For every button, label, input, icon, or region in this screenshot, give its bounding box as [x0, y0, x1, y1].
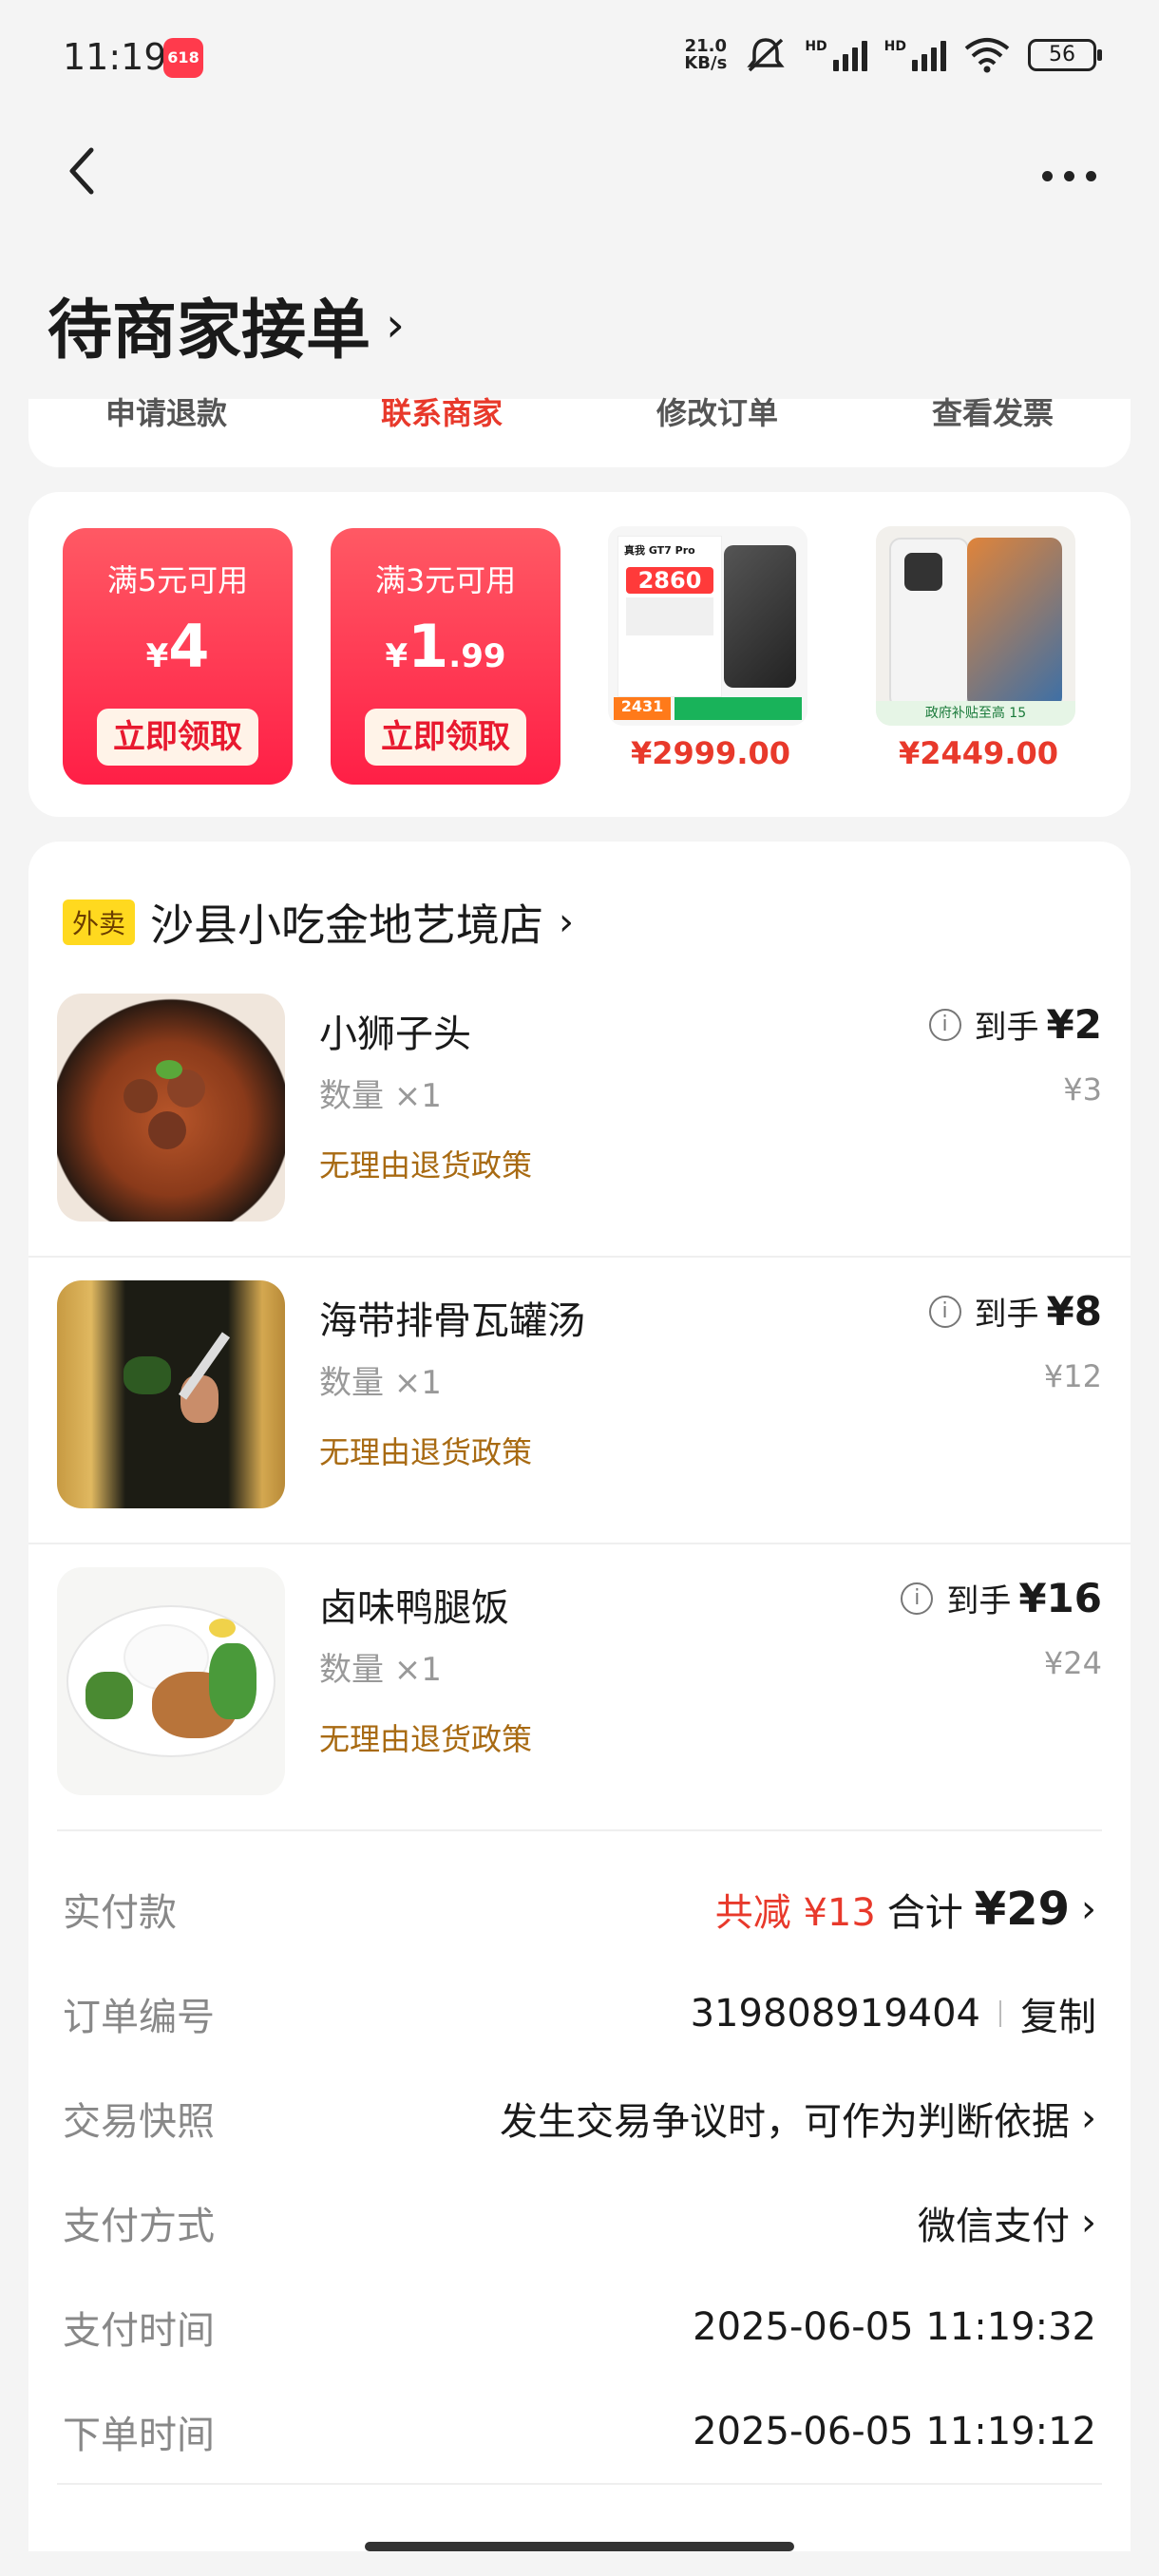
shop-name: 沙县小吃金地艺境店 [150, 900, 544, 951]
signal-icon-2: HD [884, 39, 946, 71]
product-card[interactable]: 政府补贴至高 15 ¥2449.00 [876, 526, 1081, 771]
food-image [57, 994, 285, 1222]
chevron-right-icon: › [1081, 2201, 1096, 2245]
contact-merchant-button[interactable]: 联系商家 [304, 398, 580, 467]
more-options-icon[interactable] [1042, 171, 1096, 181]
total-label: 合计 [886, 1891, 963, 1935]
refund-button[interactable]: 申请退款 [28, 398, 304, 467]
return-policy: 无理由退货政策 [319, 1721, 533, 1757]
pay-method: 微信支付 [918, 2205, 1070, 2248]
info-icon[interactable]: i [928, 1008, 961, 1041]
paid-amount-row[interactable]: 实付款 共减 ¥13 合计 ¥29 › [63, 1881, 1096, 1938]
promo-card: 满5元可用 ¥4 立即领取 满3元可用 ¥1.99 立即领取 真我 GT7 Pr… [28, 492, 1130, 817]
original-price: ¥3 [1063, 1071, 1102, 1108]
mute-bell-icon [747, 38, 785, 72]
divider [28, 1543, 1130, 1544]
separator [999, 2000, 1001, 2027]
wifi-icon [964, 38, 1010, 73]
paid-label: 实付款 [63, 1891, 177, 1935]
app-badge-icon: 618 [163, 38, 203, 78]
order-actions: 申请退款 联系商家 修改订单 查看发票 [28, 398, 1130, 467]
chevron-right-icon: › [559, 900, 575, 944]
pay-time: 2025-06-05 11:19:32 [693, 2305, 1096, 2349]
chevron-right-icon: › [1081, 1887, 1096, 1931]
item-name: 海带排骨瓦罐汤 [319, 1299, 585, 1343]
discount-amount: 共减 ¥13 [714, 1891, 876, 1935]
info-icon[interactable]: i [901, 1582, 934, 1615]
status-time: 11:19 [63, 36, 167, 78]
original-price: ¥12 [1043, 1358, 1102, 1394]
back-arrow-icon[interactable] [63, 142, 101, 199]
product-price: ¥2999.00 [630, 735, 790, 771]
pay-method-label: 支付方式 [63, 2205, 215, 2248]
original-price: ¥24 [1043, 1645, 1102, 1681]
item-quantity: 数量 ×1 [319, 1364, 442, 1402]
claim-coupon-button[interactable]: 立即领取 [97, 709, 258, 766]
coupon-card[interactable]: 满5元可用 ¥4 立即领取 [63, 528, 293, 785]
claim-coupon-button[interactable]: 立即领取 [365, 709, 526, 766]
divider [28, 1256, 1130, 1258]
shop-header[interactable]: 外卖 沙县小吃金地艺境店 › [63, 891, 574, 954]
pay-time-row: 支付时间 2025-06-05 11:19:32 [63, 2299, 1096, 2356]
snapshot-label: 交易快照 [63, 2100, 215, 2144]
chevron-right-icon: › [386, 296, 406, 352]
modify-order-button[interactable]: 修改订单 [580, 398, 855, 467]
final-price: i 到手 ¥8 [928, 1288, 1102, 1335]
order-card: 外卖 沙县小吃金地艺境店 › 小狮子头 数量 ×1 无理由退货政策 i 到手 ¥2… [28, 842, 1130, 2551]
page-title[interactable]: 待商家接单 › [48, 277, 405, 371]
chevron-right-icon: › [1081, 2096, 1096, 2140]
order-number-label: 订单编号 [63, 1996, 215, 2039]
signal-icon-1: HD [805, 39, 867, 71]
snapshot-row[interactable]: 交易快照 发生交易争议时，可作为判断依据 › [63, 2090, 1096, 2147]
snapshot-value: 发生交易争议时，可作为判断依据 [500, 2100, 1070, 2144]
item-name: 小狮子头 [319, 1013, 471, 1056]
final-price: i 到手 ¥16 [901, 1575, 1102, 1621]
pay-time-label: 支付时间 [63, 2309, 215, 2353]
home-indicator[interactable] [365, 2542, 794, 2551]
return-policy: 无理由退货政策 [319, 1434, 533, 1470]
return-policy: 无理由退货政策 [319, 1147, 533, 1184]
product-image: 真我 GT7 Pro 2860 2431 [608, 526, 808, 726]
divider [57, 1829, 1102, 1831]
food-image [57, 1280, 285, 1508]
pay-method-row[interactable]: 支付方式 微信支付 › [63, 2194, 1096, 2251]
coupon-condition: 满3元可用 [374, 562, 517, 598]
coupon-condition: 满5元可用 [106, 562, 249, 598]
coupon-card[interactable]: 满3元可用 ¥1.99 立即领取 [331, 528, 560, 785]
order-time-row: 下单时间 2025-06-05 11:19:12 [63, 2403, 1096, 2460]
order-item[interactable]: 海带排骨瓦罐汤 数量 ×1 无理由退货政策 i 到手 ¥8 ¥12 [28, 1280, 1130, 1565]
divider [57, 2483, 1102, 2485]
coupon-amount: ¥4 [145, 612, 210, 681]
order-number: 319808919404 [690, 1992, 980, 2036]
order-item[interactable]: 小狮子头 数量 ×1 无理由退货政策 i 到手 ¥2 ¥3 [28, 994, 1130, 1279]
network-speed: 21.0 KB/s [684, 36, 728, 73]
status-icons: 21.0 KB/s HD HD 56 [684, 36, 1102, 74]
order-number-row: 订单编号 319808919404 复制 [63, 1985, 1096, 2042]
battery-icon: 56 [1028, 39, 1102, 71]
food-image [57, 1567, 285, 1795]
product-card[interactable]: 真我 GT7 Pro 2860 2431 ¥2999.00 [608, 526, 813, 771]
order-time-label: 下单时间 [63, 2414, 215, 2457]
copy-button[interactable]: 复制 [1020, 1986, 1096, 2041]
total-amount: ¥29 [974, 1883, 1070, 1936]
item-quantity: 数量 ×1 [319, 1077, 442, 1115]
final-price: i 到手 ¥2 [928, 1001, 1102, 1048]
item-quantity: 数量 ×1 [319, 1651, 442, 1689]
item-name: 卤味鸭腿饭 [319, 1586, 509, 1630]
order-status-title: 待商家接单 [48, 294, 371, 369]
order-item[interactable]: 卤味鸭腿饭 数量 ×1 无理由退货政策 i 到手 ¥16 ¥24 [28, 1567, 1130, 1852]
status-bar: 11:19 618 21.0 KB/s HD HD 56 [0, 0, 1159, 114]
view-invoice-button[interactable]: 查看发票 [855, 398, 1130, 467]
coupon-amount: ¥1.99 [385, 612, 506, 681]
product-price: ¥2449.00 [898, 735, 1058, 771]
order-time: 2025-06-05 11:19:12 [693, 2410, 1096, 2453]
info-icon[interactable]: i [928, 1295, 961, 1328]
takeout-tag: 外卖 [63, 900, 136, 945]
product-image: 政府补贴至高 15 [876, 526, 1075, 726]
